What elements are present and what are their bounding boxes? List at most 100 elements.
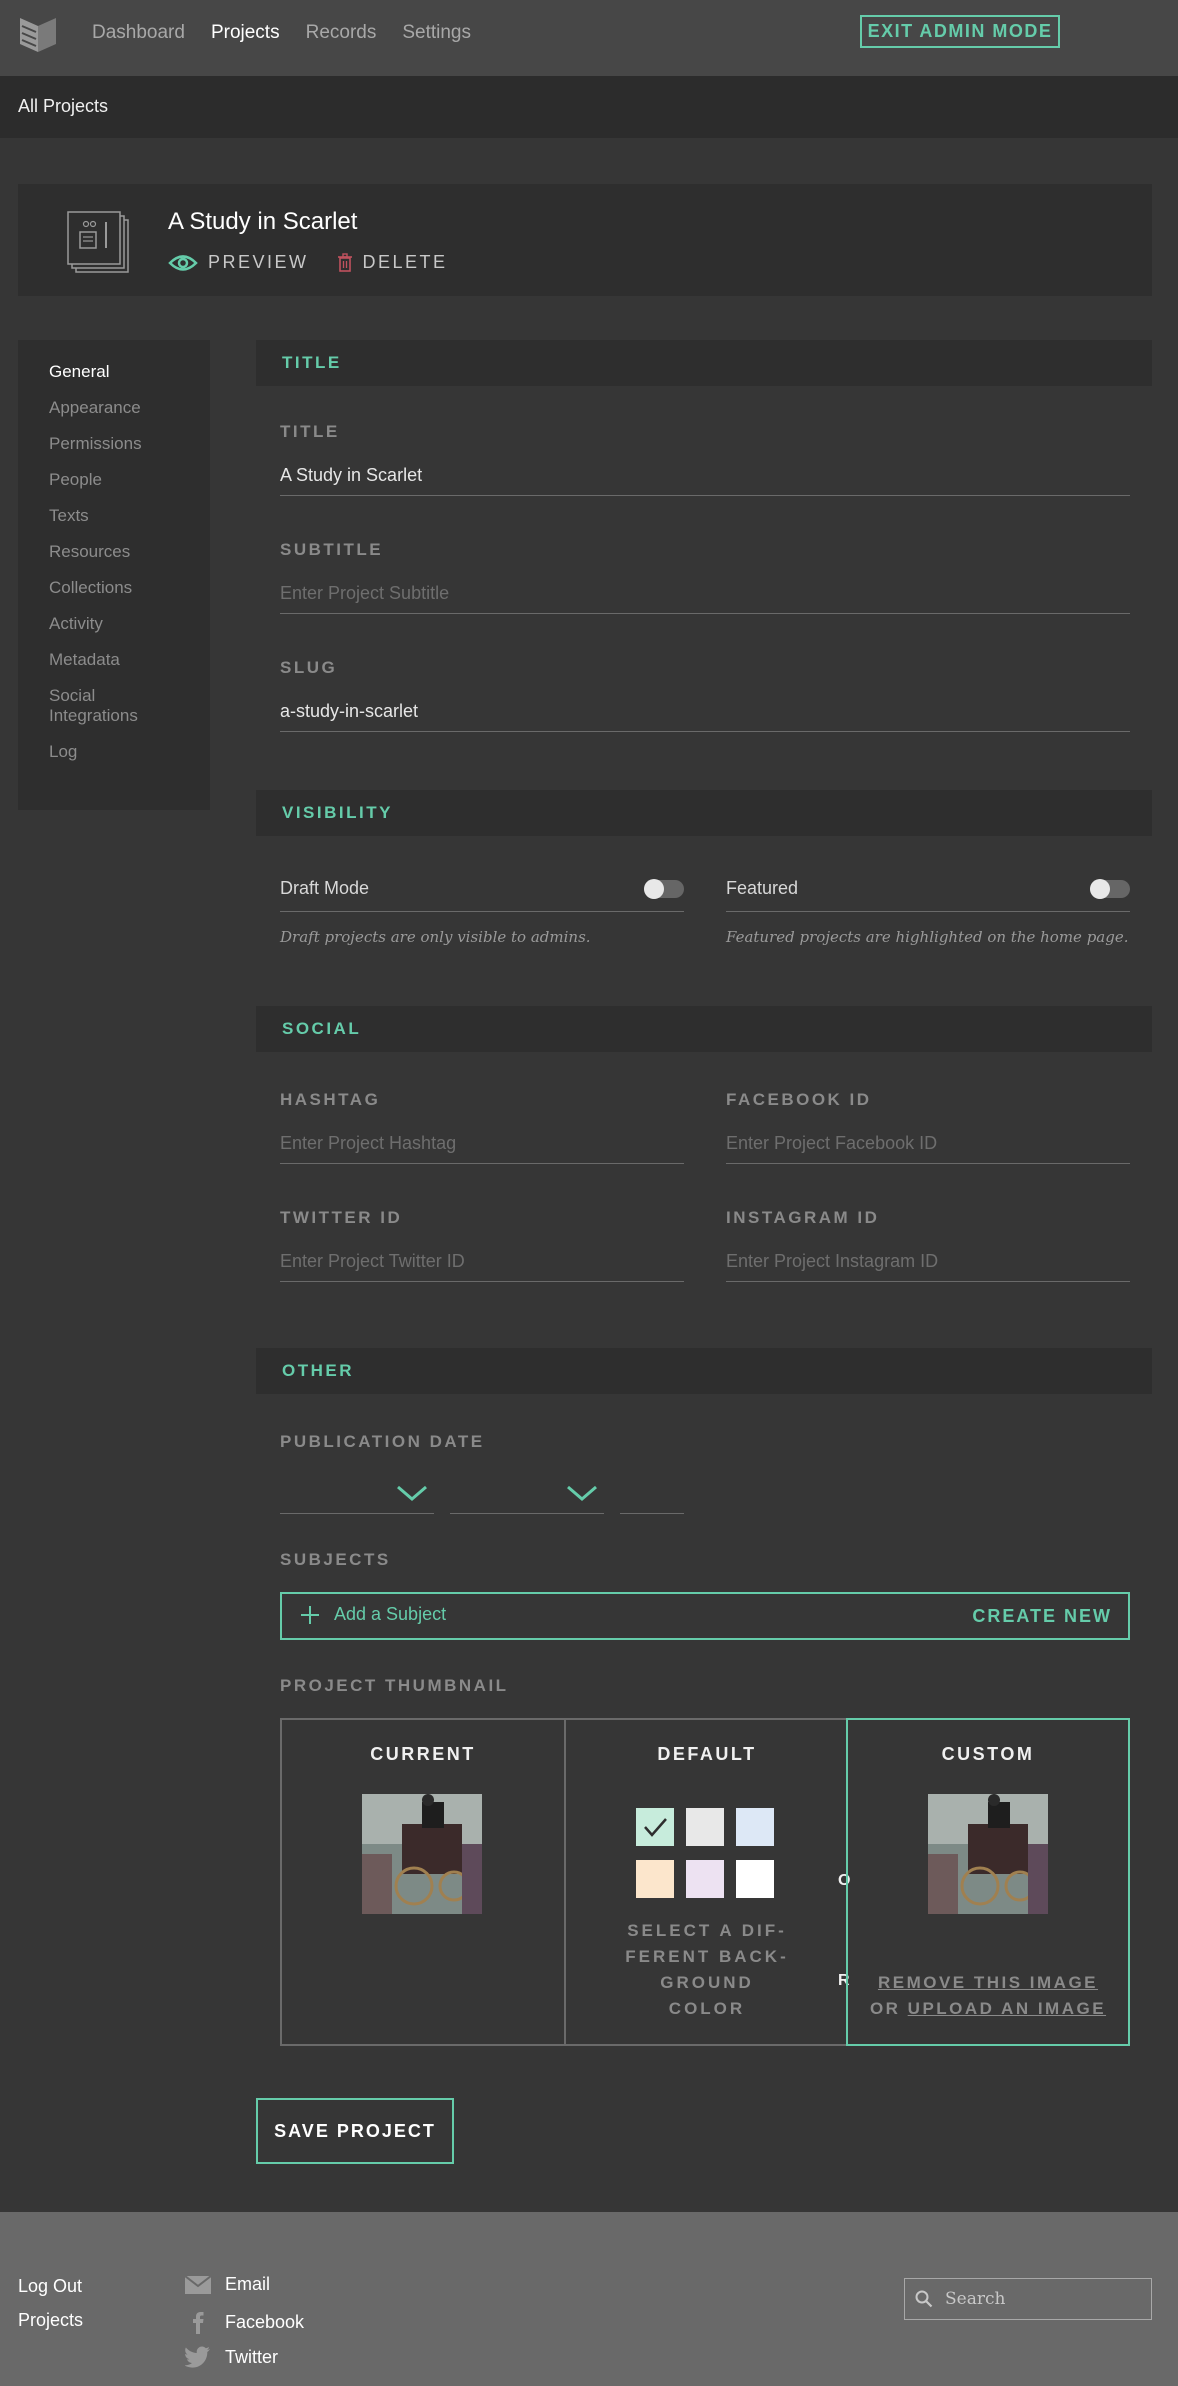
sidebar-item-log[interactable]: Log bbox=[18, 742, 210, 778]
featured-toggle[interactable] bbox=[1090, 879, 1130, 899]
search-icon bbox=[915, 2290, 933, 2308]
nav-dashboard[interactable]: Dashboard bbox=[92, 22, 185, 44]
thumbnail-current-column: CURRENT bbox=[282, 1720, 564, 2044]
default-hint-line: GROUND bbox=[660, 1973, 754, 1992]
featured-row: Featured bbox=[726, 876, 1130, 912]
eye-icon bbox=[168, 254, 198, 271]
color-swatch[interactable] bbox=[636, 1860, 674, 1898]
project-header: A Study in Scarlet PREVIEW DELETE bbox=[18, 184, 1152, 296]
plus-icon bbox=[301, 1605, 319, 1624]
delete-button[interactable]: DELETE bbox=[337, 252, 448, 273]
delete-label: DELETE bbox=[362, 252, 448, 272]
hashtag-input[interactable] bbox=[280, 1124, 684, 1164]
instagram-id-input[interactable] bbox=[726, 1242, 1130, 1282]
hashtag-label: HASHTAG bbox=[280, 1090, 381, 1109]
footer-facebook-link[interactable]: Facebook bbox=[185, 2310, 304, 2334]
trash-icon bbox=[337, 252, 352, 272]
chevron-down-icon bbox=[567, 1485, 597, 1501]
publication-month-select[interactable] bbox=[280, 1478, 434, 1514]
footer-log-out-link[interactable]: Log Out bbox=[18, 2276, 82, 2297]
color-swatch[interactable] bbox=[686, 1860, 724, 1898]
remove-image-link[interactable]: REMOVE THIS IMAGE bbox=[878, 1973, 1098, 1992]
subtitle-label: SUBTITLE bbox=[280, 540, 384, 559]
facebook-id-input[interactable] bbox=[726, 1124, 1130, 1164]
color-swatch[interactable] bbox=[686, 1808, 724, 1846]
breadcrumb-all-projects[interactable]: All Projects bbox=[18, 96, 108, 117]
color-swatch[interactable] bbox=[636, 1808, 674, 1846]
thumbnail-picker: CURRENT DEFAULT SELECT A DIF- FERENT BAC… bbox=[280, 1718, 1130, 2046]
sidebar-item-metadata[interactable]: Metadata bbox=[18, 650, 210, 686]
featured-note: Featured projects are highlighted on the… bbox=[726, 928, 1129, 946]
twitter-id-input[interactable] bbox=[280, 1242, 684, 1282]
footer-projects-link[interactable]: Projects bbox=[18, 2310, 83, 2331]
project-title: A Study in Scarlet bbox=[168, 208, 358, 235]
search-input[interactable] bbox=[945, 2279, 1145, 2319]
publication-day-select[interactable] bbox=[450, 1478, 604, 1514]
footer-search bbox=[904, 2278, 1152, 2320]
nav-projects[interactable]: Projects bbox=[211, 22, 280, 44]
sidebar-item-collections[interactable]: Collections bbox=[18, 578, 210, 614]
project-actions: PREVIEW DELETE bbox=[168, 252, 448, 273]
section-header-title: TITLE bbox=[256, 340, 1152, 386]
subtitle-input[interactable] bbox=[280, 574, 1130, 614]
slug-label: SLUG bbox=[280, 658, 338, 677]
current-thumbnail-image bbox=[362, 1794, 482, 1914]
top-navigation-bar: Dashboard Projects Records Settings EXIT… bbox=[0, 0, 1178, 76]
title-input[interactable] bbox=[280, 456, 1130, 496]
default-hint-line: SELECT A DIF- bbox=[627, 1921, 787, 1940]
nav-settings[interactable]: Settings bbox=[402, 22, 471, 44]
twitter-icon bbox=[185, 2346, 210, 2368]
footer-twitter-link[interactable]: Twitter bbox=[185, 2346, 278, 2368]
sidebar-item-general[interactable]: General bbox=[18, 362, 210, 398]
sidebar-item-appearance[interactable]: Appearance bbox=[18, 398, 210, 434]
twitter-id-label: TWITTER ID bbox=[280, 1208, 403, 1227]
thumbnail-default-column: DEFAULT SELECT A DIF- FERENT BACK- GROUN… bbox=[566, 1720, 848, 2044]
publication-year-input[interactable] bbox=[620, 1478, 684, 1514]
preview-button[interactable]: PREVIEW bbox=[168, 252, 309, 273]
thumbnail-default-label: DEFAULT bbox=[657, 1744, 757, 1764]
project-thumbnail-icon bbox=[67, 211, 129, 273]
main-nav: Dashboard Projects Records Settings bbox=[92, 0, 471, 66]
draft-mode-note: Draft projects are only visible to admin… bbox=[280, 928, 591, 946]
nav-records[interactable]: Records bbox=[306, 22, 377, 44]
subjects-picker: Add a Subject CREATE NEW bbox=[280, 1592, 1130, 1640]
sidebar-item-permissions[interactable]: Permissions bbox=[18, 434, 210, 470]
exit-admin-mode-button[interactable]: EXIT ADMIN MODE bbox=[860, 15, 1060, 48]
draft-mode-toggle[interactable] bbox=[644, 879, 684, 899]
sidebar-item-activity[interactable]: Activity bbox=[18, 614, 210, 650]
facebook-id-label: FACEBOOK ID bbox=[726, 1090, 872, 1109]
or-text: OR bbox=[869, 1999, 901, 2018]
twitter-label: Twitter bbox=[225, 2346, 279, 2367]
sidebar-item-resources[interactable]: Resources bbox=[18, 542, 210, 578]
sidebar-item-social-integrations[interactable]: Social Integrations bbox=[18, 686, 148, 742]
color-swatch[interactable] bbox=[736, 1808, 774, 1846]
footer-email-link[interactable]: Email bbox=[185, 2274, 270, 2295]
sidebar-item-people[interactable]: People bbox=[18, 470, 210, 506]
default-hint: SELECT A DIF- FERENT BACK- GROUND COLOR bbox=[566, 1918, 848, 2022]
section-header-visibility: VISIBILITY bbox=[256, 790, 1152, 836]
publication-date-label: PUBLICATION DATE bbox=[280, 1432, 485, 1451]
facebook-icon bbox=[193, 2312, 204, 2334]
draft-mode-row: Draft Mode bbox=[280, 876, 684, 912]
save-project-button[interactable]: SAVE PROJECT bbox=[256, 2098, 454, 2164]
checkmark-icon bbox=[644, 1818, 667, 1837]
thumbnail-custom-column[interactable]: CUSTOM REMOVE THIS IMAGE OR UPLOAD AN IM… bbox=[846, 1718, 1130, 2046]
upload-image-link[interactable]: UPLOAD AN IMAGE bbox=[908, 1999, 1106, 2018]
add-subject-label: Add a Subject bbox=[334, 1604, 447, 1624]
preview-label: PREVIEW bbox=[208, 252, 309, 272]
project-thumbnail-label: PROJECT THUMBNAIL bbox=[280, 1676, 509, 1695]
color-swatch[interactable] bbox=[736, 1860, 774, 1898]
sidebar-item-texts[interactable]: Texts bbox=[18, 506, 210, 542]
facebook-label: Facebook bbox=[225, 2311, 305, 2332]
settings-sidebar: General Appearance Permissions People Te… bbox=[18, 340, 210, 810]
add-subject-button[interactable]: Add a Subject bbox=[300, 1604, 446, 1625]
thumbnail-current-label: CURRENT bbox=[370, 1744, 476, 1764]
slug-input[interactable] bbox=[280, 692, 1130, 732]
logo-icon[interactable] bbox=[18, 14, 58, 54]
subjects-label: SUBJECTS bbox=[280, 1550, 391, 1569]
draft-mode-label: Draft Mode bbox=[280, 878, 370, 898]
default-hint-line: FERENT BACK- bbox=[625, 1947, 789, 1966]
default-hint-line: COLOR bbox=[668, 1999, 746, 2018]
email-label: Email bbox=[225, 2274, 271, 2294]
create-new-subject-button[interactable]: CREATE NEW bbox=[972, 1606, 1112, 1627]
